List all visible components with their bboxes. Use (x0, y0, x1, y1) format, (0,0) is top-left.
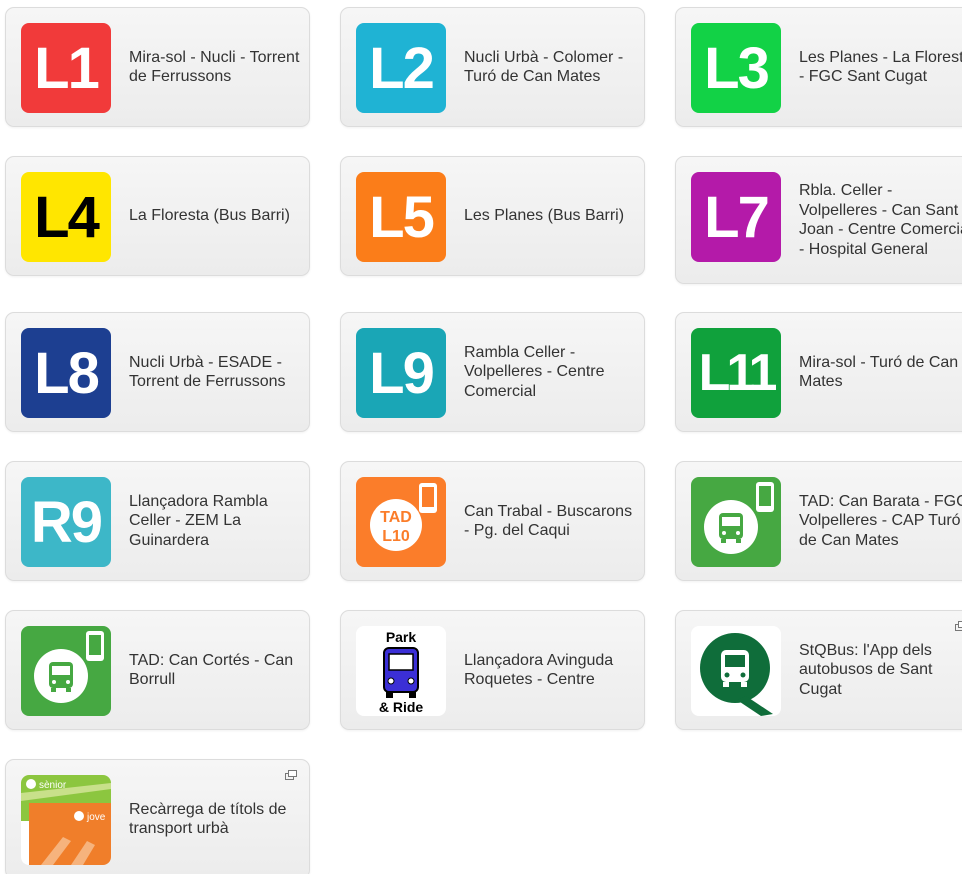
app-description: StQBus: l'App dels autobusos de Sant Cug… (799, 641, 933, 698)
tad-l10-badge: TAD L10 (356, 477, 446, 567)
stqbus-logo (700, 633, 773, 716)
line-card-l5[interactable]: L5 Les Planes (Bus Barri) (340, 156, 645, 276)
line-badge: L5 (356, 172, 446, 262)
senior-text: sènior (39, 780, 67, 791)
ride-text: & Ride (379, 699, 424, 715)
line-card-tad-l10[interactable]: TAD L10 Can Trabal - Buscarons - Pg. del… (340, 461, 645, 581)
jove-text: jove (86, 812, 106, 823)
park-text: Park (386, 629, 417, 645)
tad-bus-badge (691, 477, 781, 567)
line-card-l11[interactable]: L11 Mira-sol - Turó de Can Mates (675, 312, 962, 432)
line-route: Rbla. Celler - Volpelleres - Can Sant Jo… (799, 182, 962, 258)
line-badge: R9 (21, 477, 111, 567)
line-card-tad-can-cortes[interactable]: TAD: Can Cortés - Can Borrull (5, 610, 310, 730)
park-ride-badge: Park & Ride (356, 626, 446, 716)
line-code: L5 (369, 184, 435, 250)
app-card-stqbus[interactable]: StQBus: l'App dels autobusos de Sant Cug… (675, 610, 962, 730)
line-badge: L1 (21, 23, 111, 113)
tad-bus-badge (21, 626, 111, 716)
line-route: Llançadora Avinguda Roquetes - Centre (464, 651, 614, 689)
line-code: L7 (704, 184, 770, 250)
line-route: Mira-sol - Nucli - Torrent de Ferrussons (129, 48, 300, 86)
line-badge: L11 (691, 328, 781, 418)
card-description: Recàrrega de títols de transport urbà (129, 800, 287, 838)
line-card-tad-can-barata[interactable]: TAD: Can Barata - FGC Volpelleres - CAP … (675, 461, 962, 581)
line-code: R9 (30, 489, 103, 555)
line-route: Mira-sol - Turó de Can Mates (799, 353, 959, 391)
line-card-l8[interactable]: L8 Nucli Urbà - ESADE - Torrent de Ferru… (5, 312, 310, 432)
titols-cards-image: sènior jove (21, 775, 111, 865)
line-badge: L9 (356, 328, 446, 418)
line-badge: L3 (691, 23, 781, 113)
line-code: L8 (34, 340, 100, 406)
bus-phone-icon (704, 482, 774, 554)
line-card-l2[interactable]: L2 Nucli Urbà - Colomer - Turó de Can Ma… (340, 7, 645, 127)
transport-cards-icon: sènior jove (21, 775, 111, 865)
line-card-l1[interactable]: L1 Mira-sol - Nucli - Torrent de Ferruss… (5, 7, 310, 127)
line-route: Les Planes (Bus Barri) (464, 207, 625, 225)
svg-text:TAD: TAD (380, 509, 412, 526)
line-card-park-ride[interactable]: Park & Ride Llançadora Avinguda Roquetes… (340, 610, 645, 730)
line-card-l4[interactable]: L4 La Floresta (Bus Barri) (5, 156, 310, 276)
card-recarrega-titols[interactable]: sènior jove Recàrrega de títols de trans… (5, 759, 310, 874)
line-badge: L8 (21, 328, 111, 418)
line-route: La Floresta (Bus Barri) (129, 207, 290, 225)
line-code: L4 (34, 184, 100, 250)
park-ride-logo: Park & Ride (379, 629, 424, 715)
tad-l10-logo: TAD L10 (370, 483, 437, 551)
line-card-r9[interactable]: R9 Llançadora Rambla Celler - ZEM La Gui… (5, 461, 310, 581)
line-card-l9[interactable]: L9 Rambla Celler - Volpelleres - Centre … (340, 312, 645, 432)
line-route: Can Trabal - Buscarons - Pg. del Caqui (464, 502, 633, 540)
line-route: TAD: Can Cortés - Can Borrull (129, 651, 294, 689)
line-card-l3[interactable]: L3 Les Planes - La Floresta - FGC Sant C… (675, 7, 962, 127)
line-badge: L4 (21, 172, 111, 262)
external-link-icon (955, 621, 962, 631)
line-route: Nucli Urbà - ESADE - Torrent de Ferrusso… (129, 353, 286, 391)
line-route: Llançadora Rambla Celler - ZEM La Guinar… (129, 492, 268, 549)
line-badge: L7 (691, 172, 781, 262)
external-link-icon (285, 770, 297, 780)
line-route: Nucli Urbà - Colomer - Turó de Can Mates (464, 48, 624, 86)
line-code: L3 (704, 35, 770, 101)
line-card-l7[interactable]: L7 Rbla. Celler - Volpelleres - Can Sant… (675, 156, 962, 284)
line-route: Rambla Celler - Volpelleres - Centre Com… (464, 343, 605, 400)
line-code: L2 (369, 35, 435, 101)
bus-lines-grid: L1 Mira-sol - Nucli - Torrent de Ferruss… (0, 0, 962, 874)
line-code: L11 (698, 344, 778, 402)
svg-text:L10: L10 (382, 528, 410, 545)
line-code: L1 (34, 35, 100, 101)
line-badge: L2 (356, 23, 446, 113)
line-route: Les Planes - La Floresta - FGC Sant Cuga… (799, 48, 962, 86)
line-route: TAD: Can Barata - FGC Volpelleres - CAP … (799, 492, 962, 549)
line-code: L9 (369, 340, 435, 406)
stqbus-badge (691, 626, 781, 716)
bus-phone-icon (34, 631, 104, 703)
